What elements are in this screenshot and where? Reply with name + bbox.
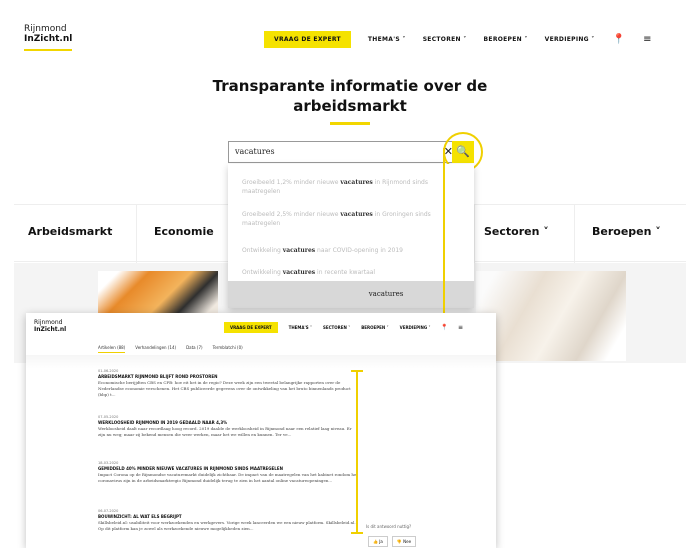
divider [574, 205, 575, 263]
tab-publications[interactable]: Verhandelingen (14) [135, 345, 176, 353]
hamburger-menu-icon[interactable]: ≡ [458, 324, 463, 331]
tab-data[interactable]: Data (7) [186, 345, 203, 353]
search-result[interactable]: 07-05-2020 WERKLOOSHEID RIJNMOND IN 2019… [98, 415, 358, 438]
nav-themes[interactable]: THEMA'S ˅ [289, 325, 312, 330]
feedback-question: Is dit antwoord nuttig? [366, 524, 412, 529]
suggestion-item[interactable]: Ontwikkeling vacatures naar COVID-openin… [242, 246, 442, 255]
site-logo[interactable]: Rijnmond InZicht.nl [34, 319, 66, 333]
search-results-page: Rijnmond InZicht.nl VRAAG DE EXPERT THEM… [26, 313, 496, 548]
results-bracket [356, 370, 358, 533]
suggestion-item[interactable]: Groeibeeld 2,5% minder nieuwe vacatures … [242, 210, 442, 228]
category-economie[interactable]: Economie [154, 225, 214, 238]
suggestion-item[interactable]: Ontwikkeling vacatures in recente kwarta… [242, 268, 442, 277]
hero-image-right [476, 271, 626, 361]
page-title: Transparante informatie over de arbeidsm… [14, 76, 686, 125]
results-bracket-bottom [351, 532, 363, 534]
nav-deepening[interactable]: VERDIEPING ˅ [400, 325, 431, 330]
suggestion-item[interactable]: Groeibeeld 1,2% minder nieuwe vacatures … [242, 178, 442, 196]
nav-deepening[interactable]: VERDIEPING ˅ [545, 36, 595, 43]
results-tabs: Artikelen (88) Verhandelingen (14) Data … [98, 345, 253, 353]
result-snippet: Economische berijjdten CBS en CPB: hoe e… [98, 380, 351, 397]
search-field[interactable]: vacatures ✕ [228, 141, 460, 163]
main-nav: VRAAG DE EXPERT THEMA'S ˅ SECTOREN ˅ BER… [224, 322, 463, 333]
main-nav: VRAAG DE EXPERT THEMA'S ˅ SECTOREN ˅ BER… [264, 28, 651, 50]
ask-expert-button[interactable]: VRAAG DE EXPERT [264, 30, 351, 48]
logo-line-1: Rijnmond [24, 24, 67, 34]
title-line-1: Transparante informatie over de [212, 77, 488, 95]
location-pin-icon[interactable]: 📍 [441, 324, 448, 331]
tab-terms[interactable]: Termblatchi (0) [213, 345, 243, 353]
category-arbeidsmarkt[interactable]: Arbeidsmarkt [28, 225, 112, 238]
nav-professions[interactable]: BEROEPEN ˅ [484, 36, 528, 43]
search-result[interactable]: 01-06-2020 ARBEIDSMARKT RIJNMOND BLIJFT … [98, 369, 358, 398]
logo-line-2: InZicht.nl [34, 326, 67, 333]
search-input[interactable]: vacatures [235, 147, 275, 156]
nav-themes[interactable]: THEMA'S ˅ [368, 36, 406, 43]
feedback-buttons: 👍 Ja 👎 Nee [368, 536, 420, 547]
suggestion-item-selected[interactable]: vacatures [228, 281, 474, 308]
category-sectoren[interactable]: Sectoren ˅ [484, 225, 549, 238]
search-result[interactable]: 18-03-2020 GEMIDDELD 40% MINDER NIEUWE V… [98, 461, 358, 484]
location-pin-icon[interactable]: 📍 [613, 34, 625, 45]
site-logo[interactable]: Rijnmond InZicht.nl [24, 24, 73, 51]
divider [136, 205, 137, 263]
results-bracket-top [351, 370, 363, 372]
divider [474, 205, 475, 263]
logo-line-2: InZicht.nl [24, 34, 73, 44]
title-line-2: arbeidsmarkt [293, 97, 407, 115]
results-header-bg [26, 355, 496, 369]
category-beroepen[interactable]: Beroepen ˅ [592, 225, 661, 238]
result-snippet: Werkloosheid daalt naar recordlaag hoog … [98, 426, 352, 437]
result-snippet: Impact Corona op de Rijnmondse vacaturem… [98, 472, 358, 483]
result-snippet: Skillsbeleid.nl: usabiliteit voor werkzo… [98, 520, 356, 531]
nav-professions[interactable]: BEROEPEN ˅ [361, 325, 388, 330]
search-result[interactable]: 06-07-2020 BOUWINZICHT: AL WAT ELS BEGRI… [98, 509, 358, 532]
nav-sectors[interactable]: SECTOREN ˅ [323, 325, 350, 330]
logo-line-1: Rijnmond [34, 319, 63, 326]
autocomplete-dropdown: Groeibeeld 1,2% minder nieuwe vacatures … [228, 164, 474, 308]
nav-sectors[interactable]: SECTOREN ˅ [423, 36, 467, 43]
logo-underline [24, 49, 72, 51]
feedback-yes-button[interactable]: 👍 Ja [368, 536, 388, 547]
ask-expert-button[interactable]: VRAAG DE EXPERT [224, 322, 278, 333]
tab-articles[interactable]: Artikelen (88) [98, 345, 126, 353]
title-underline [330, 122, 370, 125]
hamburger-menu-icon[interactable]: ≡ [643, 34, 651, 45]
feedback-no-button[interactable]: 👎 Nee [391, 536, 417, 547]
